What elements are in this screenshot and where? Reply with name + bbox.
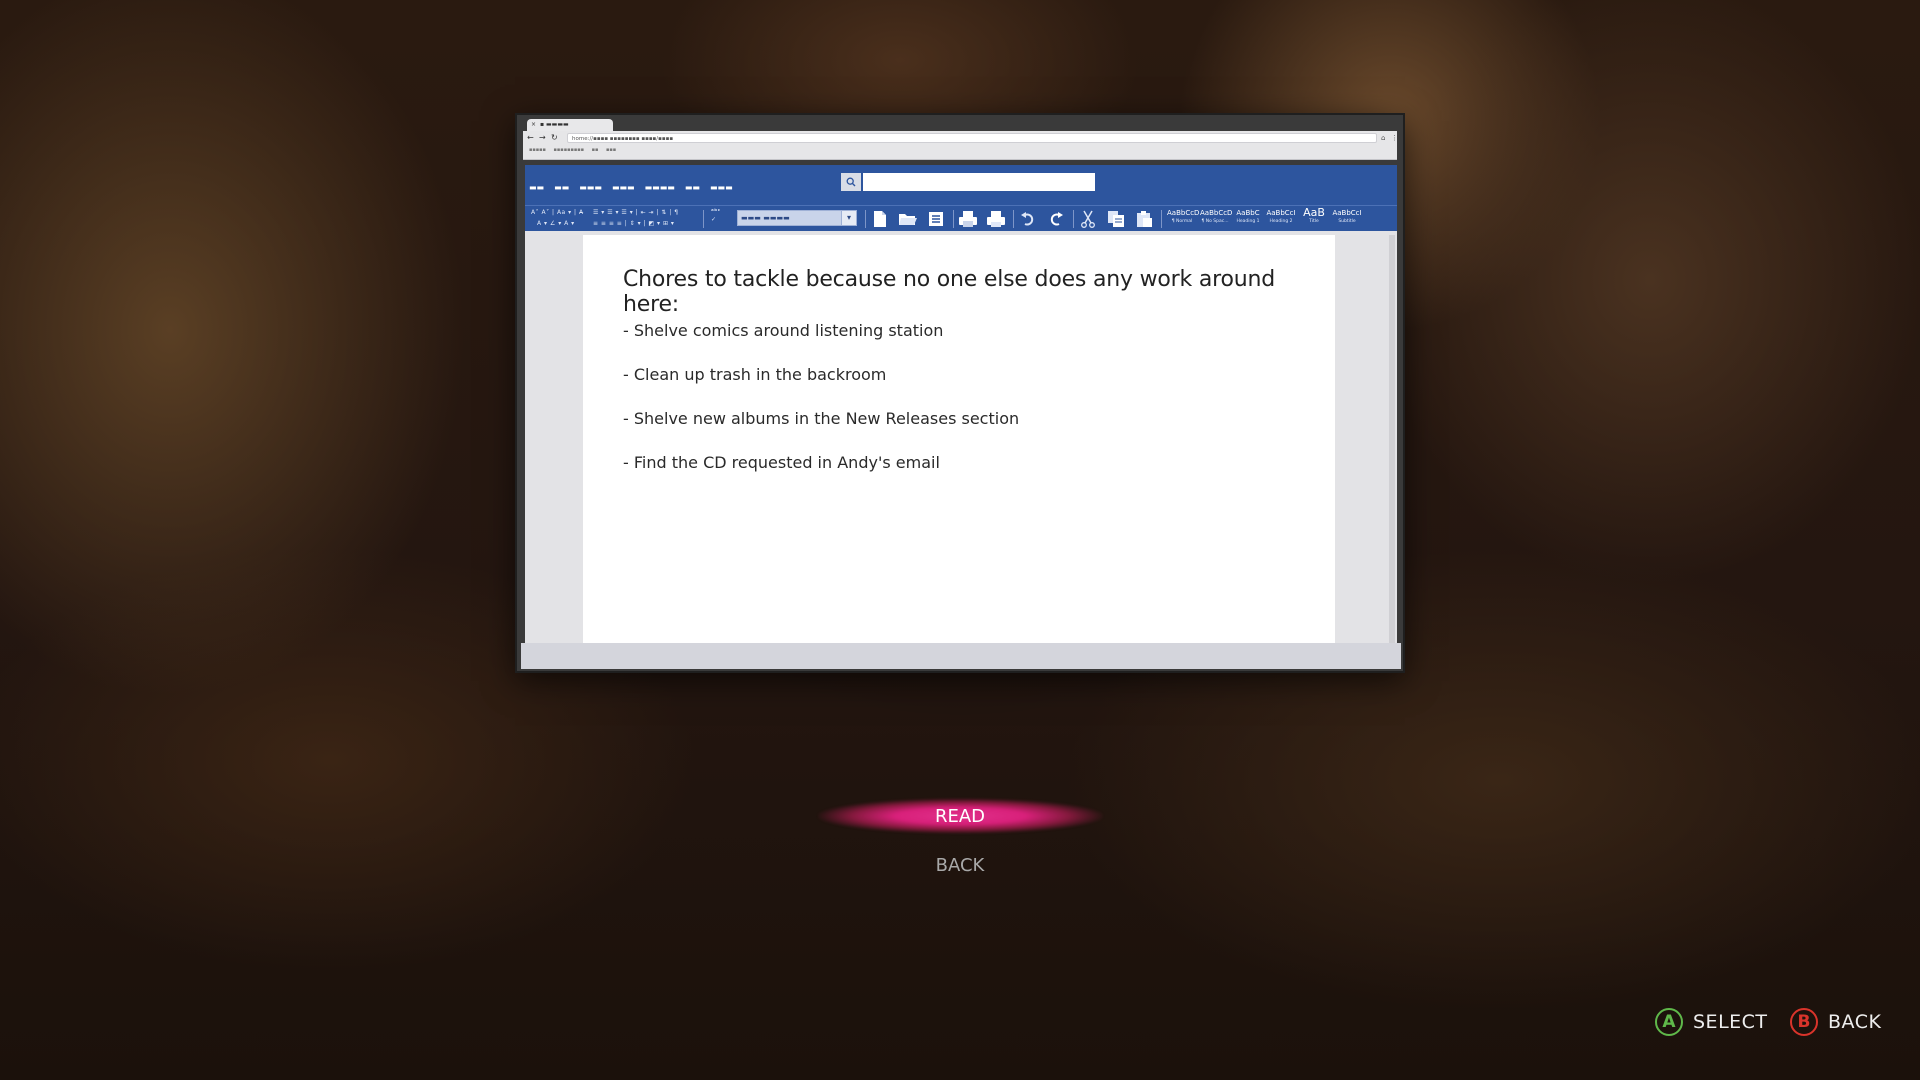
back-option[interactable]: BACK [810, 855, 1110, 876]
print-icon [985, 209, 1007, 229]
select-hint: A SELECT [1655, 1008, 1768, 1036]
paste-icon [1133, 209, 1155, 229]
style-title: AaB Title [1299, 206, 1329, 225]
list-controls-icon: ☰ ▾ ☰ ▾ ☰ ▾ | ⇤ ⇥ | ⇅ | ¶ [593, 209, 679, 216]
style-label: Title [1309, 219, 1319, 224]
menu-item: ▬▬▬ [611, 183, 635, 192]
select-hint-label: SELECT [1693, 1011, 1768, 1033]
back-arrow-icon: ← [527, 133, 534, 142]
font-size-controls-icon: A˄ A˅ | Aa ▾ | A̶ [531, 209, 584, 216]
more-options-icon: ⋮ [1391, 134, 1398, 142]
read-option[interactable]: READ [810, 806, 1110, 827]
cut-icon [1077, 209, 1099, 229]
b-button-icon: B [1790, 1008, 1818, 1036]
document-list-icon [925, 209, 947, 229]
search-input [863, 173, 1095, 191]
style-label: Heading 2 [1269, 219, 1293, 224]
redo-icon [1045, 209, 1067, 229]
toolbar-separator [865, 210, 866, 228]
address-bar: home://▪▪▪▪ ▪▪▪▪▪▪▪▪ ▪▪▪▪/▪▪▪▪ [567, 133, 1377, 143]
new-document-icon [869, 209, 891, 229]
reload-icon: ↻ [551, 133, 558, 142]
search-icon [841, 173, 861, 191]
tab-close-icon[interactable]: × [531, 121, 536, 128]
spellcheck-icon: ᵃᵇᶜ ✓ [711, 208, 721, 223]
style-sample: AaBbCcD [1167, 209, 1200, 217]
style-sample: AaBbC [1236, 209, 1260, 217]
undo-icon [1017, 209, 1039, 229]
style-label: ¶ No Spac... [1201, 219, 1229, 224]
forward-arrow-icon: → [539, 133, 546, 142]
style-normal: AaBbCcD ¶ Normal [1167, 208, 1200, 225]
chore-item: - Find the CD requested in Andy's email [623, 453, 940, 472]
menu-item: ▬▬ [529, 183, 545, 192]
menu-item: ▬▬ [684, 183, 700, 192]
style-no-spacing: AaBbCcD ¶ No Spac... [1200, 208, 1233, 225]
menu-items: ▬▬ ▬▬ ▬▬▬ ▬▬▬ ▬▬▬▬ ▬▬ ▬▬▬ [529, 182, 733, 194]
document-title: Chores to tackle because no one else doe… [623, 267, 1275, 317]
style-label: Subtitle [1338, 219, 1356, 224]
style-sample: AaBbCcI [1266, 209, 1296, 217]
font-select-value: ▬▬▬ ▬▬▬▬ [741, 214, 790, 222]
copy-icon [1105, 209, 1127, 229]
alignment-controls-icon: ≡ ≡ ≡ ≡ | ⇕ ▾ | ◩ ▾ ⊞ ▾ [593, 220, 675, 227]
style-label: Heading 1 [1236, 219, 1260, 224]
tab-title: ▪ ▬▬▬▬ [540, 121, 569, 128]
style-subtitle: AaBbCcI Subtitle [1332, 208, 1362, 225]
toolbar-separator [1073, 210, 1074, 228]
toolbar-separator [953, 210, 954, 228]
style-heading-1: AaBbC Heading 1 [1233, 208, 1263, 225]
home-icon: ⌂ [1381, 134, 1386, 142]
chore-item: - Shelve comics around listening station [623, 321, 944, 340]
style-label: ¶ Normal [1171, 219, 1193, 224]
menu-item: ▬▬ [554, 183, 570, 192]
document-scrollbar [1389, 235, 1395, 643]
font-color-controls-icon: A ▾ ∠ ▾ A ▾ [537, 220, 575, 227]
back-hint-label: BACK [1828, 1011, 1882, 1033]
editor-status-bar [521, 643, 1401, 669]
toolbar-separator [1161, 210, 1162, 228]
bookmarks-bar: ▪▪▪▪▪ ▪▪▪▪▪▪▪▪▪ ▪▪ ▪▪▪ [529, 147, 617, 153]
document-page: Chores to tackle because no one else doe… [583, 235, 1335, 643]
toolbar-separator [1013, 210, 1014, 228]
back-hint: B BACK [1790, 1008, 1881, 1036]
style-sample: AaBbCcI [1332, 209, 1362, 217]
print-preview-icon [957, 209, 979, 229]
chore-item: - Shelve new albums in the New Releases … [623, 409, 1020, 428]
style-sample: AaBbCcD [1200, 209, 1233, 217]
font-select: ▬▬▬ ▬▬▬▬ ▾ [737, 210, 857, 226]
style-heading-2: AaBbCcI Heading 2 [1266, 208, 1296, 225]
chore-item: - Clean up trash in the backroom [623, 365, 887, 384]
menu-item: ▬▬▬▬ [644, 183, 675, 192]
menu-item: ▬▬▬ [709, 183, 733, 192]
open-folder-icon [897, 209, 919, 229]
formatting-toolbar: A˄ A˅ | Aa ▾ | A̶ A ▾ ∠ ▾ A ▾ ☰ ▾ ☰ ▾ ☰ … [525, 205, 1397, 232]
editor-menu-bar: ▬▬ ▬▬ ▬▬▬ ▬▬▬ ▬▬▬▬ ▬▬ ▬▬▬ [525, 165, 1397, 205]
a-button-icon: A [1655, 1008, 1683, 1036]
style-sample: AaB [1303, 206, 1325, 219]
browser-toolbar: ← → ↻ home://▪▪▪▪ ▪▪▪▪▪▪▪▪ ▪▪▪▪/▪▪▪▪ ⌂ ⋮… [523, 131, 1398, 160]
toolbar-separator [703, 210, 704, 228]
document-window: × ▪ ▬▬▬▬ ← → ↻ home://▪▪▪▪ ▪▪▪▪▪▪▪▪ ▪▪▪▪/… [515, 113, 1405, 673]
menu-item: ▬▬▬ [579, 183, 602, 192]
browser-tab: × ▪ ▬▬▬▬ [527, 119, 613, 131]
chevron-down-icon: ▾ [841, 211, 856, 225]
